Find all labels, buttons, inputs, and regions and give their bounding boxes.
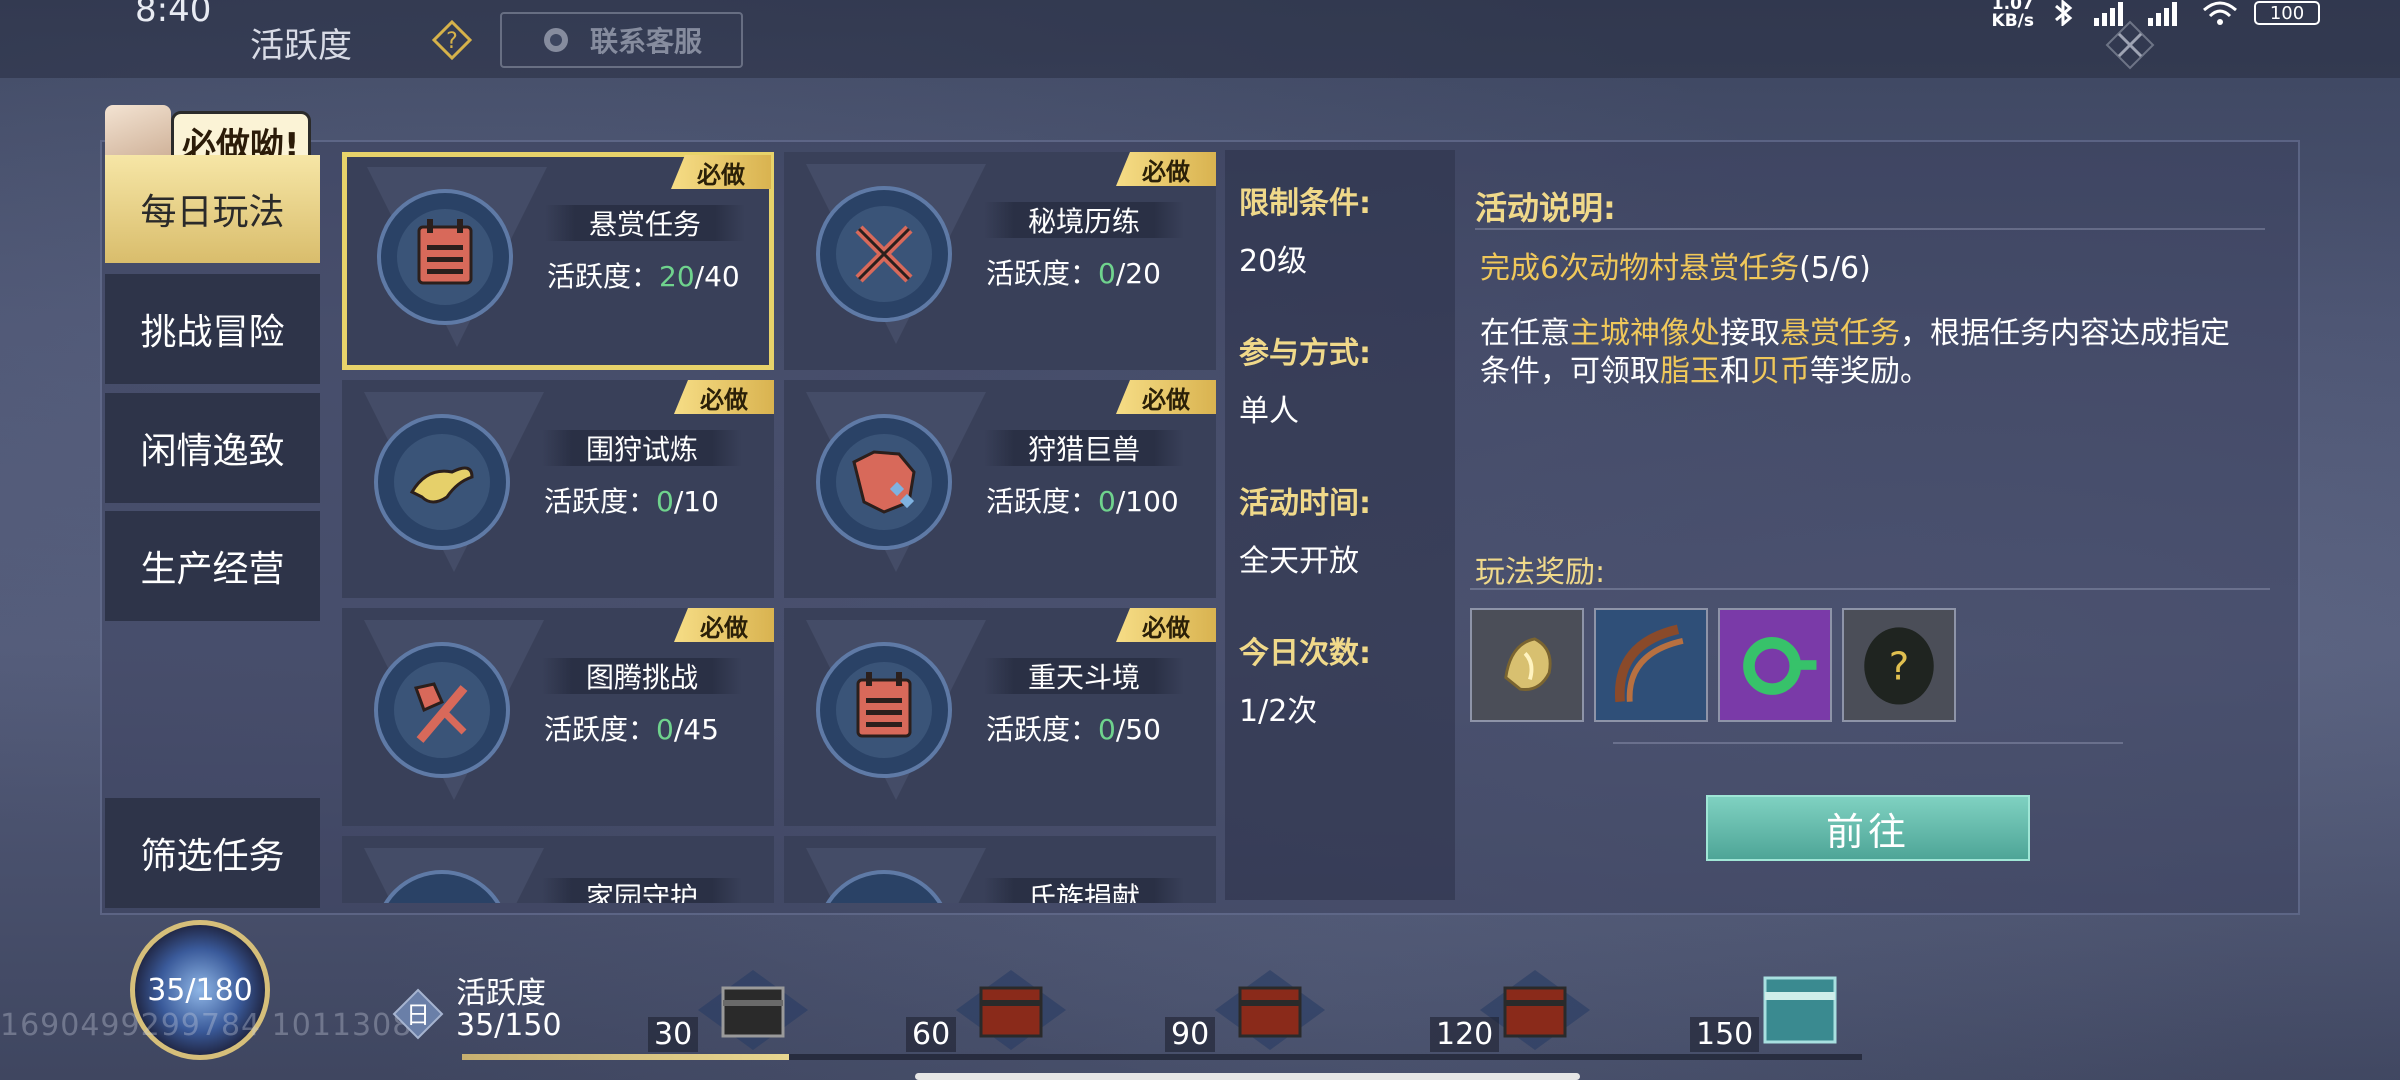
nav-tab-challenge[interactable]: 挑战冒险 — [105, 274, 320, 384]
activity-name: 氏族捐献 — [984, 878, 1184, 903]
participation-mode: 参与方式: 单人 — [1239, 336, 1371, 429]
system-status: 1.07 KB/s 100 — [1992, 0, 2320, 30]
activity-list[interactable]: 必做 悬赏任务 活跃度：20/40 必做 秘境历练 活跃度：0/20 必做 围狩… — [340, 148, 1220, 903]
brown-feather-icon[interactable] — [1594, 608, 1708, 722]
must-do-badge: 必做 — [671, 155, 771, 189]
activity-card-home-guard[interactable]: 家园守护 — [342, 836, 774, 903]
activity-score: 活跃度：20/40 — [547, 260, 740, 293]
activity-score: 活跃度：0/45 — [544, 713, 719, 746]
red-chest-icon — [1215, 970, 1325, 1050]
bluetooth-icon — [2055, 0, 2073, 26]
activity-score: 活跃度：0/10 — [544, 485, 719, 518]
wifi-icon — [2203, 1, 2237, 25]
activity-card-secret-realm[interactable]: 必做 秘境历练 活跃度：0/20 — [784, 152, 1216, 370]
user-id-watermark: 1690499299784 1011308 — [0, 1008, 413, 1043]
task-objective: 完成6次动物村悬赏任务(5/6) — [1480, 251, 1871, 286]
activity-card-hunt-trial[interactable]: 必做 围狩试炼 活跃度：0/10 — [342, 380, 774, 598]
donate-icon — [825, 870, 943, 903]
mystery-item-icon[interactable]: ? — [1842, 608, 1956, 722]
description-title: 活动说明: — [1475, 189, 1616, 227]
description-body: 在任意主城神像处接取悬赏任务，根据任务内容达成指定条件，可领取脂玉和贝币等奖励。 — [1480, 316, 2230, 389]
nav-tab-daily[interactable]: 每日玩法 — [105, 155, 320, 263]
reward-title: 玩法奖励: — [1475, 555, 1606, 590]
close-icon[interactable] — [2105, 20, 2155, 70]
activity-score: 活跃度：0/100 — [986, 485, 1179, 518]
daily-count: 今日次数: 1/2次 — [1239, 636, 1371, 729]
contact-service-label: 联系客服 — [590, 25, 703, 58]
contact-service-button[interactable]: 联系客服 — [500, 12, 743, 68]
activity-name: 狩猎巨兽 — [984, 430, 1184, 466]
calendar-icon — [377, 189, 513, 325]
dragon-icon — [374, 414, 510, 550]
limit-condition: 限制条件: 20级 — [1239, 186, 1371, 279]
net-speed: 1.07 KB/s — [1991, 0, 2034, 31]
must-do-badge: 必做 — [674, 380, 774, 414]
status-time: 8:40 — [135, 0, 212, 30]
must-do-badge: 必做 — [674, 608, 774, 642]
activity-card-heaven-arena[interactable]: 必做 重天斗境 活跃度：0/50 — [784, 608, 1216, 826]
go-button[interactable]: 前往 — [1706, 795, 2030, 861]
daily-activity-icon: 日 — [392, 988, 444, 1040]
activity-score: 活跃度：0/20 — [986, 257, 1161, 290]
milestone-30[interactable]: 30 — [648, 960, 848, 1060]
beast-icon — [816, 414, 952, 550]
must-do-badge: 必做 — [1116, 608, 1216, 642]
filter-tasks-button[interactable]: 筛选任务 — [105, 798, 320, 908]
milestone-90[interactable]: 90 — [1165, 960, 1365, 1060]
home-indicator[interactable] — [915, 1073, 1580, 1080]
daily-activity-label: 活跃度 35/150 — [456, 976, 562, 1043]
activity-name: 秘境历练 — [984, 202, 1184, 238]
activity-name: 图腾挑战 — [542, 658, 742, 694]
must-do-badge: 必做 — [1116, 152, 1216, 186]
red-chest-icon — [956, 970, 1066, 1050]
black-chest-icon — [698, 970, 808, 1050]
activity-name: 悬赏任务 — [545, 205, 745, 241]
activity-card-clan-donate[interactable]: 氏族捐献 — [784, 836, 1216, 903]
crossed-swords-icon — [816, 186, 952, 322]
activity-name: 围狩试炼 — [542, 430, 742, 466]
milestone-120[interactable]: 120 — [1430, 960, 1630, 1060]
activity-card-totem[interactable]: 必做 图腾挑战 活跃度：0/45 — [342, 608, 774, 826]
nav-tab-production[interactable]: 生产经营 — [105, 511, 320, 621]
question-diamond-icon[interactable]: ? — [432, 20, 472, 60]
nav-tab-leisure[interactable]: 闲情逸致 — [105, 393, 320, 503]
conditions-panel: 限制条件: 20级 参与方式: 单人 活动时间: 全天开放 今日次数: 1/2次 — [1225, 150, 1455, 900]
gold-jade-icon[interactable] — [1470, 608, 1584, 722]
axe-icon — [374, 642, 510, 778]
green-ring-icon[interactable] — [1718, 608, 1832, 722]
headset-icon — [544, 28, 568, 52]
shield-icon — [383, 870, 501, 903]
calendar-icon — [816, 642, 952, 778]
must-do-badge: 必做 — [1116, 380, 1216, 414]
activity-card-hunt-beast[interactable]: 必做 狩猎巨兽 活跃度：0/100 — [784, 380, 1216, 598]
divider — [1475, 228, 2265, 230]
milestone-150[interactable]: 150 — [1690, 960, 1890, 1060]
svg-text:?: ? — [1889, 644, 1909, 689]
divider — [1470, 588, 2270, 590]
milestone-60[interactable]: 60 — [906, 960, 1106, 1060]
svg-text:日: 日 — [406, 1001, 430, 1029]
battery-indicator: 100 — [2254, 1, 2320, 25]
activity-time: 活动时间: 全天开放 — [1239, 486, 1371, 579]
activity-name: 重天斗境 — [984, 658, 1184, 694]
activity-score: 活跃度：0/50 — [986, 713, 1161, 746]
divider — [1613, 742, 2123, 744]
activity-name: 家园守护 — [542, 878, 742, 903]
activity-card-bounty[interactable]: 必做 悬赏任务 活跃度：20/40 — [342, 152, 774, 370]
page-title: 活跃度 — [250, 26, 352, 66]
svg-text:?: ? — [446, 29, 458, 54]
